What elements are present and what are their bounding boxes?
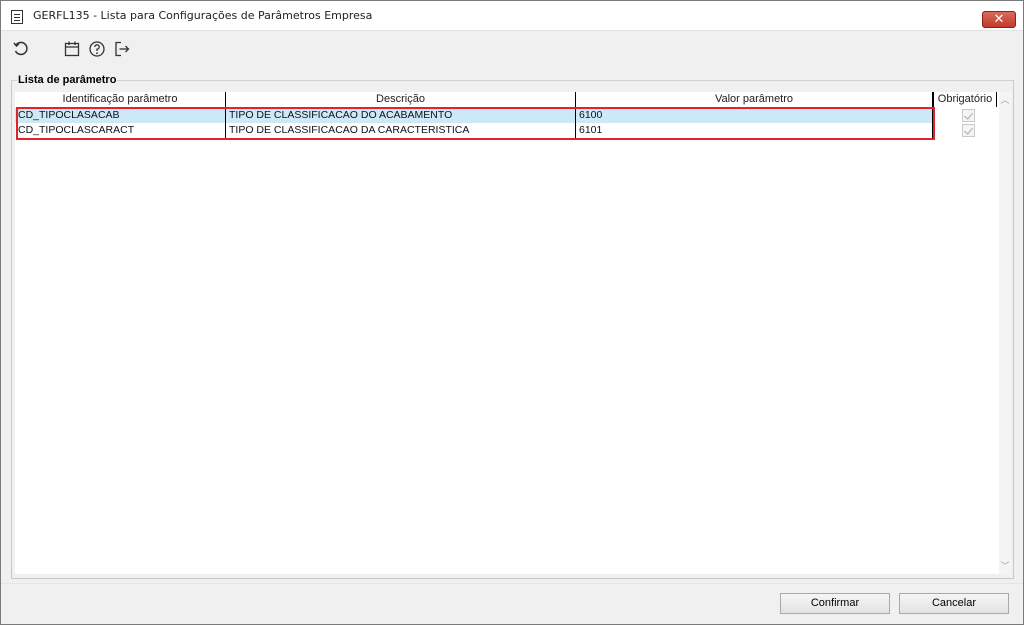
group-legend: Lista de parâmetro: [17, 74, 118, 86]
cell-descricao: TIPO DE CLASSIFICACAO DO ACABAMENTO: [226, 108, 576, 123]
main-window: GERFL135 - Lista para Configurações de P…: [0, 0, 1024, 625]
window-title: GERFL135 - Lista para Configurações de P…: [33, 9, 373, 22]
help-icon[interactable]: [88, 40, 106, 58]
title-bar: GERFL135 - Lista para Configurações de P…: [1, 1, 1023, 31]
cell-id: CD_TIPOCLASACAB: [15, 108, 226, 123]
column-header-id[interactable]: Identificação parâmetro: [15, 92, 226, 107]
close-button[interactable]: ✕: [982, 11, 1016, 28]
column-header-valor[interactable]: Valor parâmetro: [576, 92, 933, 107]
grid-header: Identificação parâmetro Descrição Valor …: [15, 92, 999, 107]
scroll-down-icon[interactable]: ﹀: [999, 560, 1011, 572]
document-icon: [11, 10, 23, 24]
cell-valor[interactable]: 6101: [576, 123, 933, 138]
calendar-icon[interactable]: [63, 40, 81, 58]
column-header-descricao[interactable]: Descrição: [226, 92, 576, 107]
refresh-icon[interactable]: [12, 40, 30, 58]
confirm-button[interactable]: Confirmar: [780, 593, 890, 614]
cell-id: CD_TIPOCLASCARACT: [15, 123, 226, 138]
exit-icon[interactable]: [113, 40, 131, 58]
column-header-obrigatorio[interactable]: Obrigatório: [933, 92, 997, 107]
toolbar: [1, 32, 1023, 64]
cancel-button[interactable]: Cancelar: [899, 593, 1009, 614]
parameter-list-group: Lista de parâmetro Identificação parâmet…: [11, 74, 1014, 579]
table-row[interactable]: CD_TIPOCLASCARACT TIPO DE CLASSIFICACAO …: [15, 123, 933, 138]
footer-divider: [1, 583, 1023, 584]
parameter-grid: Identificação parâmetro Descrição Valor …: [15, 92, 999, 574]
cell-descricao: TIPO DE CLASSIFICACAO DA CARACTERISTICA: [226, 123, 576, 138]
required-checkbox[interactable]: [962, 109, 975, 122]
cell-valor[interactable]: 6100: [576, 108, 933, 123]
required-checkbox[interactable]: [962, 124, 975, 137]
table-row[interactable]: CD_TIPOCLASACAB TIPO DE CLASSIFICACAO DO…: [15, 108, 933, 123]
vertical-scrollbar[interactable]: ︿ ﹀: [999, 92, 1011, 574]
scroll-up-icon[interactable]: ︿: [999, 94, 1011, 106]
